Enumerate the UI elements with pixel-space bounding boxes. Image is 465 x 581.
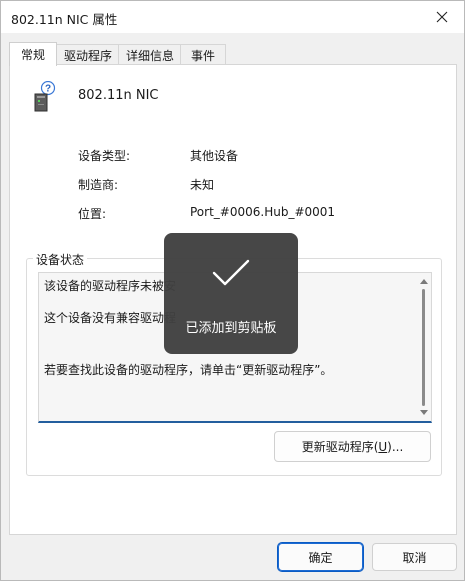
scroll-down-icon[interactable] [420,409,428,417]
tab-general[interactable]: 常规 [9,42,57,66]
cancel-button[interactable]: 取消 [372,543,457,571]
window-title: 802.11n NIC 属性 [11,12,118,27]
tab-label: 常规 [20,48,45,62]
tab-label: 驱动程序 [63,48,112,63]
title-bar: 802.11n NIC 属性 [1,1,464,33]
tab-label: 详细信息 [125,48,174,63]
ok-button[interactable]: 确定 [277,542,364,572]
location-label: 位置: [78,207,107,221]
close-icon [436,11,448,23]
tab-label: 事件 [190,48,215,63]
scroll-up-icon[interactable] [420,277,428,285]
checkmark-icon [212,259,250,286]
svg-text:?: ? [45,84,51,95]
status-line: 若要查找此设备的驱动程序，请单击“更新驱动程序”。 [44,363,333,377]
ok-label: 确定 [308,550,333,565]
status-line: 该设备的驱动程序未被安 [44,279,177,293]
location-value: Port_#0006.Hub_#0001 [190,205,336,219]
device-type-value: 其他设备 [190,149,239,163]
device-status-label: 设备状态 [33,251,88,268]
manufacturer-label: 制造商: [78,178,119,192]
unknown-device-icon: ? [34,81,56,112]
status-line: 这个设备没有兼容驱动程 [44,311,177,325]
device-name: 802.11n NIC [78,88,159,103]
vertical-scrollbar[interactable] [419,275,429,419]
tab-details[interactable]: 详细信息 [118,44,182,65]
cancel-label: 取消 [402,550,427,565]
manufacturer-value: 未知 [190,178,215,192]
device-type-label: 设备类型: [78,149,131,163]
copied-toast: 已添加到剪贴板 [164,233,298,354]
update-driver-button[interactable]: 更新驱动程序(U)... [274,431,431,462]
update-driver-label-prefix: 更新驱动程序( [301,440,379,454]
tab-events[interactable]: 事件 [180,44,226,65]
toast-message: 已添加到剪贴板 [185,321,277,336]
scroll-thumb[interactable] [422,289,425,406]
tab-driver[interactable]: 驱动程序 [56,44,120,65]
update-driver-label-suffix: )... [387,439,404,454]
update-driver-access-key: U [378,439,388,454]
close-button[interactable] [420,1,464,33]
